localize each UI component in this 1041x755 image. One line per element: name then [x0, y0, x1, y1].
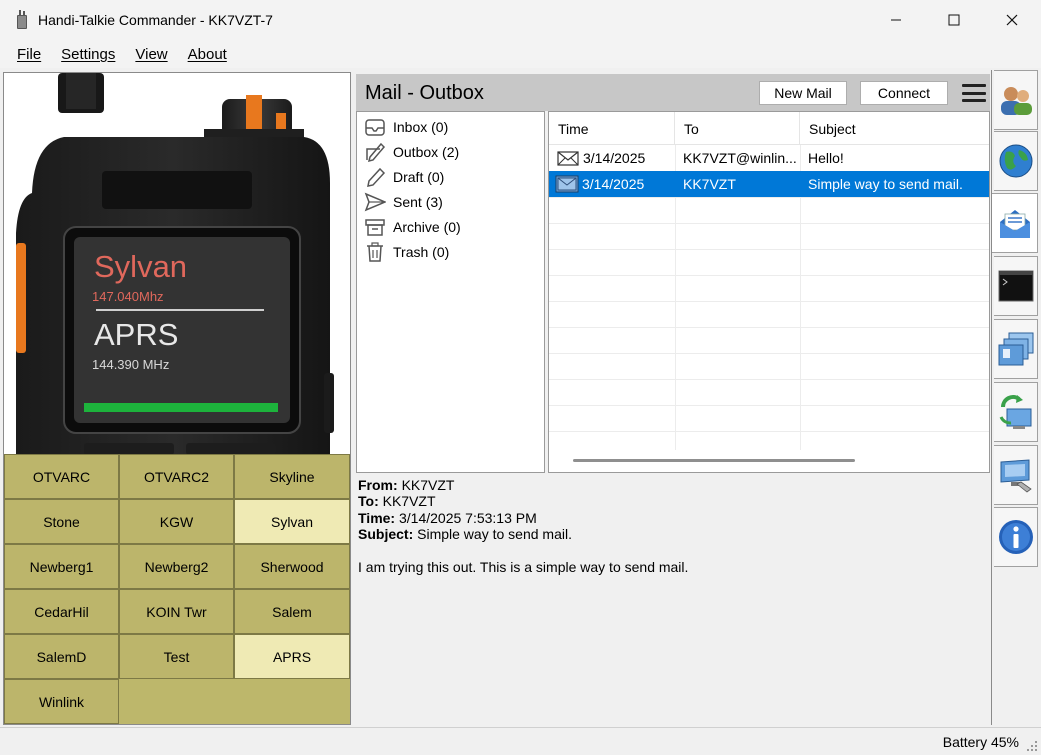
minimize-icon — [891, 19, 901, 21]
sent-icon — [363, 191, 387, 213]
folder-outbox[interactable]: Outbox (2) — [363, 140, 459, 164]
horizontal-scrollbar[interactable] — [573, 459, 855, 462]
channel-button[interactable]: Newberg1 — [4, 544, 119, 589]
channel-button[interactable]: Sylvan — [234, 499, 350, 544]
outbox-icon — [363, 141, 387, 163]
menu-settings[interactable]: Settings — [51, 46, 125, 63]
radio-display-name-2: APRS — [94, 317, 179, 352]
mail-to: KK7VZT — [675, 171, 800, 197]
maximize-button[interactable] — [925, 0, 983, 40]
draft-icon — [363, 166, 387, 188]
radio-display-name: Sylvan — [94, 249, 188, 284]
channel-grid: OTVARC OTVARC2 Skyline Stone KGW Sylvan Newber… — [4, 454, 350, 724]
preview-to: To: KK7VZT — [358, 493, 436, 509]
channel-button[interactable]: Skyline — [234, 454, 350, 499]
close-icon — [1006, 14, 1018, 26]
menu-file[interactable]: File — [7, 46, 51, 63]
channel-button[interactable]: KOIN Twr — [119, 589, 234, 634]
folder-inbox[interactable]: Inbox (0) — [363, 115, 448, 139]
channel-button[interactable]: OTVARC — [4, 454, 119, 499]
mail-subject: Simple way to send mail. — [800, 171, 989, 197]
title-bar: Handi-Talkie Commander - KK7VZT-7 — [0, 0, 1041, 40]
radio-display-freq-2: 144.390 MHz — [92, 357, 170, 372]
sync-icon — [999, 395, 1031, 429]
computer-icon — [1000, 459, 1032, 493]
mail-subject: Hello! — [808, 150, 844, 166]
windows-icon — [998, 332, 1033, 366]
radio-app-icon — [14, 10, 30, 30]
minimize-button[interactable] — [867, 0, 925, 40]
channel-button[interactable]: CedarHil — [4, 589, 119, 634]
battery-status: Battery 45% — [942, 734, 1019, 750]
inbox-icon — [363, 116, 387, 138]
menu-view[interactable]: View — [125, 46, 177, 63]
menu-about[interactable]: About — [178, 46, 237, 63]
tab-globe[interactable] — [994, 131, 1038, 191]
folder-draft[interactable]: Draft (0) — [363, 165, 444, 189]
new-mail-button[interactable]: New Mail — [759, 81, 847, 105]
mail-time: 3/14/2025 — [583, 150, 646, 166]
mail-row[interactable]: 3/14/2025 KK7VZT@winlin... Hello! — [549, 145, 989, 171]
channel-button[interactable]: Sherwood — [234, 544, 350, 589]
preview-from: From: KK7VZT — [358, 477, 455, 493]
channel-button[interactable]: Stone — [4, 499, 119, 544]
mail-list: Time To Subject 3/14/2025 KK7VZT@winlin.… — [548, 111, 990, 473]
tab-computer[interactable] — [994, 445, 1038, 505]
contacts-icon — [1000, 87, 1032, 115]
hamburger-menu-icon[interactable] — [962, 84, 986, 102]
channel-button[interactable]: Salem — [234, 589, 350, 634]
column-header-subject[interactable]: Subject — [800, 112, 989, 145]
channel-button[interactable]: Newberg2 — [119, 544, 234, 589]
radio-image: Sylvan 147.040Mhz APRS 144.390 MHz — [4, 73, 350, 455]
mail-header: Mail - Outbox New Mail Connect — [356, 74, 990, 111]
tab-contacts[interactable] — [994, 70, 1038, 130]
folder-trash[interactable]: Trash (0) — [363, 240, 449, 264]
mail-list-header: Time To Subject — [549, 112, 989, 145]
terminal-icon — [998, 270, 1033, 302]
menu-bar: File Settings View About — [0, 40, 1041, 68]
mail-to: KK7VZT@winlin... — [683, 150, 797, 166]
tab-windows[interactable] — [994, 319, 1038, 379]
tab-terminal[interactable] — [994, 256, 1038, 316]
tab-mail[interactable] — [992, 193, 1038, 253]
trash-icon — [363, 241, 387, 263]
preview-time: Time: 3/14/2025 7:53:13 PM — [358, 510, 537, 526]
resize-grip-icon[interactable] — [1026, 740, 1038, 752]
folder-sent[interactable]: Sent (3) — [363, 190, 443, 214]
column-header-to[interactable]: To — [675, 112, 800, 145]
preview-body: I am trying this out. This is a simple w… — [358, 559, 689, 575]
radio-display-freq: 147.040Mhz — [92, 289, 164, 304]
archive-icon — [363, 216, 387, 238]
channel-button[interactable]: Test — [119, 634, 234, 679]
channel-button[interactable]: OTVARC2 — [119, 454, 234, 499]
channel-button[interactable]: APRS — [234, 634, 350, 679]
maximize-icon — [948, 14, 960, 26]
mail-title: Mail - Outbox — [365, 82, 484, 104]
connect-button[interactable]: Connect — [860, 81, 948, 105]
envelope-icon — [557, 151, 579, 166]
tab-sync[interactable] — [994, 382, 1038, 442]
window-title: Handi-Talkie Commander - KK7VZT-7 — [38, 12, 273, 28]
mail-preview: From: KK7VZT To: KK7VZT Time: 3/14/2025 … — [356, 475, 990, 725]
channel-button[interactable]: SalemD — [4, 634, 119, 679]
radio-panel: Sylvan 147.040Mhz APRS 144.390 MHz OTVAR… — [3, 72, 351, 725]
tab-info[interactable] — [994, 507, 1038, 567]
mail-time: 3/14/2025 — [582, 176, 645, 192]
status-bar: Battery 45% — [0, 727, 1041, 755]
side-toolbar — [991, 70, 1038, 725]
column-header-time[interactable]: Time — [549, 112, 675, 145]
folder-archive[interactable]: Archive (0) — [363, 215, 461, 239]
globe-icon — [999, 144, 1032, 178]
channel-button[interactable]: Winlink — [4, 679, 119, 724]
folder-list: Inbox (0) Outbox (2) Draft (0) Sent (3) … — [356, 111, 545, 473]
channel-button[interactable]: KGW — [119, 499, 234, 544]
info-icon — [998, 520, 1033, 554]
mail-icon — [999, 210, 1030, 238]
mail-row-selected[interactable]: 3/14/2025 KK7VZT Simple way to send mail… — [549, 171, 989, 197]
preview-subject: Subject: Simple way to send mail. — [358, 526, 572, 542]
envelope-icon — [555, 175, 579, 193]
close-button[interactable] — [983, 0, 1041, 40]
